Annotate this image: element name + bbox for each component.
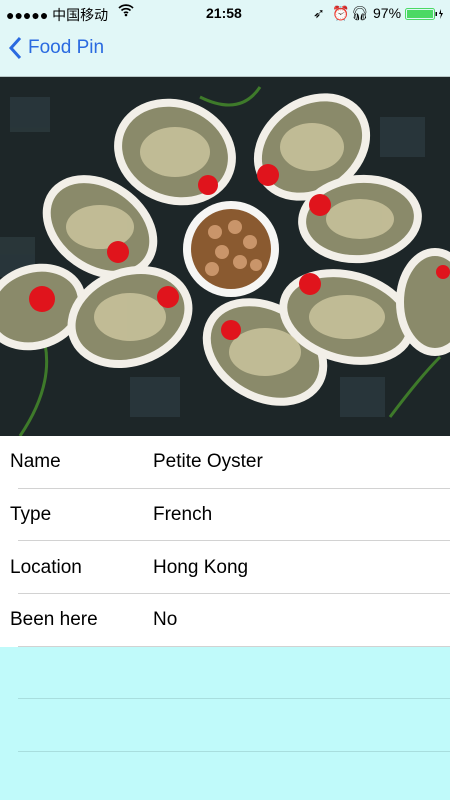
alarm-icon: ⏰ xyxy=(332,5,350,21)
field-value: Petite Oyster xyxy=(153,451,263,473)
detail-row-location: Location Hong Kong xyxy=(0,541,450,595)
detail-row-name: Name Petite Oyster xyxy=(0,436,450,489)
field-label: Location xyxy=(10,556,82,578)
detail-row-type: Type French xyxy=(0,488,450,542)
back-label: Food Pin xyxy=(28,37,105,58)
clock: 21:58 xyxy=(206,5,242,21)
field-value: French xyxy=(153,504,213,526)
location-icon: ➶ xyxy=(313,5,325,21)
restaurant-image xyxy=(0,77,450,436)
navigation-bar: Food Pin xyxy=(0,26,450,77)
detail-row-been-here: Been here No xyxy=(0,594,450,647)
chevron-left-icon xyxy=(8,36,22,60)
empty-row xyxy=(0,647,450,700)
field-label: Been here xyxy=(10,609,98,631)
back-button[interactable]: Food Pin xyxy=(8,36,104,60)
field-value: No xyxy=(153,609,178,631)
empty-row xyxy=(0,699,450,752)
wifi-icon xyxy=(118,3,134,20)
carrier-label: ●●●●● 中国移动 xyxy=(6,7,109,23)
status-bar: ●●●●● 中国移动 21:58 ➶ ⏰ 🎧︎ 97% xyxy=(0,0,450,26)
headphones-icon: 🎧︎ xyxy=(351,5,369,21)
field-value: Hong Kong xyxy=(153,556,249,578)
battery-icon xyxy=(405,7,445,23)
field-label: Type xyxy=(10,504,52,526)
detail-table: Name Petite Oyster Type French Location … xyxy=(0,436,450,752)
battery-percent: 97% xyxy=(373,5,402,21)
field-label: Name xyxy=(10,451,61,473)
